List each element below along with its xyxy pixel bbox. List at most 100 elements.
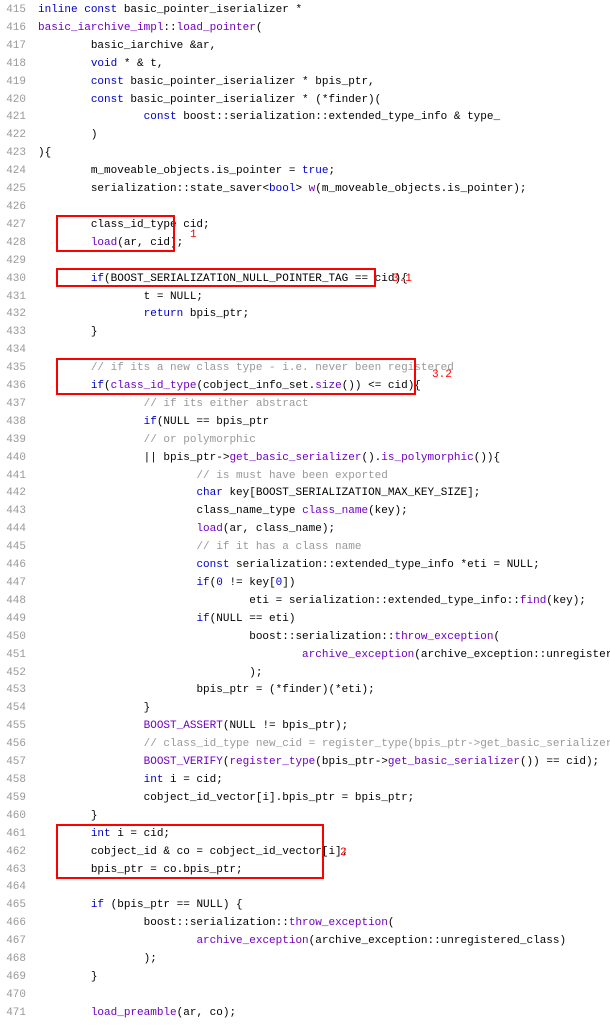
token-kw: if: [144, 416, 157, 428]
token-fn: class_id_type: [111, 380, 197, 392]
token-pl: }: [144, 702, 151, 714]
token-cm: // if its either abstract: [144, 398, 309, 410]
line-number: 469: [0, 969, 38, 987]
line-number: 460: [0, 808, 38, 826]
code-line: 447 if(0 != key[0]): [0, 575, 610, 593]
line-number: 471: [0, 1005, 38, 1023]
line-number: 436: [0, 378, 38, 396]
code-line: 439 // or polymorphic: [0, 432, 610, 450]
line-number: 452: [0, 665, 38, 683]
code-line: 442 char key[BOOST_SERIALIZATION_MAX_KEY…: [0, 485, 610, 503]
line-number: 427: [0, 217, 38, 235]
code-content: );: [38, 665, 610, 683]
code-listing: 1 3.1 3.2 2 415inline const basic_pointe…: [0, 2, 610, 1023]
code-line: 464: [0, 879, 610, 897]
token-pl: cobject_id_vector[i].bpis_ptr = bpis_ptr…: [144, 792, 415, 804]
code-content: int i = cid;: [38, 772, 610, 790]
code-line: 449 if(NULL == eti): [0, 611, 610, 629]
code-content: const basic_pointer_iserializer * bpis_p…: [38, 74, 610, 92]
code-line: 433 }: [0, 324, 610, 342]
token-fn: get_basic_serializer: [229, 452, 361, 464]
token-pl: eti = serialization::extended_type_info:…: [249, 595, 520, 607]
code-line: 420 const basic_pointer_iserializer * (*…: [0, 92, 610, 110]
code-content: // is must have been exported: [38, 468, 610, 486]
code-line: 423){: [0, 145, 610, 163]
code-content: int i = cid;: [38, 826, 610, 844]
token-cls: basic_iarchive_impl: [38, 22, 163, 34]
code-content: ){: [38, 145, 610, 163]
code-line: 457 BOOST_VERIFY(register_type(bpis_ptr-…: [0, 754, 610, 772]
code-content: }: [38, 324, 610, 342]
code-content: void * & t,: [38, 56, 610, 74]
token-pl: basic_iarchive &ar,: [91, 40, 216, 52]
token-pl: serialization::state_saver<: [91, 183, 269, 195]
code-line: 425 serialization::state_saver<bool> w(m…: [0, 181, 610, 199]
token-kw: if: [91, 273, 104, 285]
token-pl: );: [249, 667, 262, 679]
code-line: 451 archive_exception(archive_exception:…: [0, 647, 610, 665]
token-fn: register_type: [229, 756, 315, 768]
token-pl: ;: [328, 165, 335, 177]
token-pl: ()) == cid);: [520, 756, 599, 768]
token-pl: t = NULL;: [144, 291, 203, 303]
token-pl: (archive_exception::unregistered_class): [309, 935, 566, 947]
token-pl: (archive_exception::unregistered_class): [414, 649, 610, 661]
token-pl: boost::serialization::: [144, 917, 289, 929]
token-pl: ]): [282, 577, 295, 589]
token-pl: (NULL == eti): [210, 613, 296, 625]
line-number: 431: [0, 289, 38, 307]
token-kw: return: [144, 308, 190, 320]
code-line: 469 }: [0, 969, 610, 987]
token-pl: i = cid;: [117, 828, 170, 840]
token-pl: basic_pointer_iserializer * (*finder)(: [130, 94, 381, 106]
line-number: 448: [0, 593, 38, 611]
token-pl: (cobject_info_set.: [196, 380, 315, 392]
line-number: 461: [0, 826, 38, 844]
code-content: class_id_type cid;: [38, 217, 610, 235]
line-number: 454: [0, 700, 38, 718]
token-kw: char: [196, 487, 229, 499]
token-pl: boost::serialization::extended_type_info…: [183, 111, 500, 123]
line-number: 450: [0, 629, 38, 647]
code-content: char key[BOOST_SERIALIZATION_MAX_KEY_SIZ…: [38, 485, 610, 503]
line-number: 426: [0, 199, 38, 217]
code-content: // if its a new class type - i.e. never …: [38, 360, 610, 378]
code-content: load(ar, cid);: [38, 235, 610, 253]
code-line: 438 if(NULL == bpis_ptr: [0, 414, 610, 432]
code-content: boost::serialization::throw_exception(: [38, 915, 610, 933]
code-content: BOOST_ASSERT(NULL != bpis_ptr);: [38, 718, 610, 736]
token-fn: is_polymorphic: [381, 452, 473, 464]
token-pl: key[BOOST_SERIALIZATION_MAX_KEY_SIZE];: [229, 487, 480, 499]
line-number: 466: [0, 915, 38, 933]
line-number: 440: [0, 450, 38, 468]
line-number: 437: [0, 396, 38, 414]
code-line: 419 const basic_pointer_iserializer * bp…: [0, 74, 610, 92]
code-content: m_moveable_objects.is_pointer = true;: [38, 163, 610, 181]
line-number: 464: [0, 879, 38, 897]
token-pl: * & t,: [117, 58, 163, 70]
line-number: 447: [0, 575, 38, 593]
token-cm: // is must have been exported: [196, 470, 387, 482]
token-pl: (: [494, 631, 501, 643]
code-line: 452 );: [0, 665, 610, 683]
code-content: [38, 342, 610, 360]
code-content: }: [38, 808, 610, 826]
line-number: 459: [0, 790, 38, 808]
token-pl: basic_pointer_iserializer * bpis_ptr,: [130, 76, 374, 88]
token-fn: size: [315, 380, 341, 392]
code-content: cobject_id_vector[i].bpis_ptr = bpis_ptr…: [38, 790, 610, 808]
code-content: load_preamble(ar, co);: [38, 1005, 610, 1023]
code-line: 455 BOOST_ASSERT(NULL != bpis_ptr);: [0, 718, 610, 736]
code-content: if(BOOST_SERIALIZATION_NULL_POINTER_TAG …: [38, 271, 610, 289]
token-kw: const: [84, 4, 124, 16]
code-line: 417 basic_iarchive &ar,: [0, 38, 610, 56]
code-line: 427 class_id_type cid;: [0, 217, 610, 235]
line-number: 451: [0, 647, 38, 665]
code-line: 440 || bpis_ptr->get_basic_serializer().…: [0, 450, 610, 468]
code-content: class_name_type class_name(key);: [38, 503, 610, 521]
line-number: 457: [0, 754, 38, 772]
line-number: 462: [0, 844, 38, 862]
code-line: 418 void * & t,: [0, 56, 610, 74]
code-content: [38, 879, 610, 897]
code-line: 428 load(ar, cid);: [0, 235, 610, 253]
